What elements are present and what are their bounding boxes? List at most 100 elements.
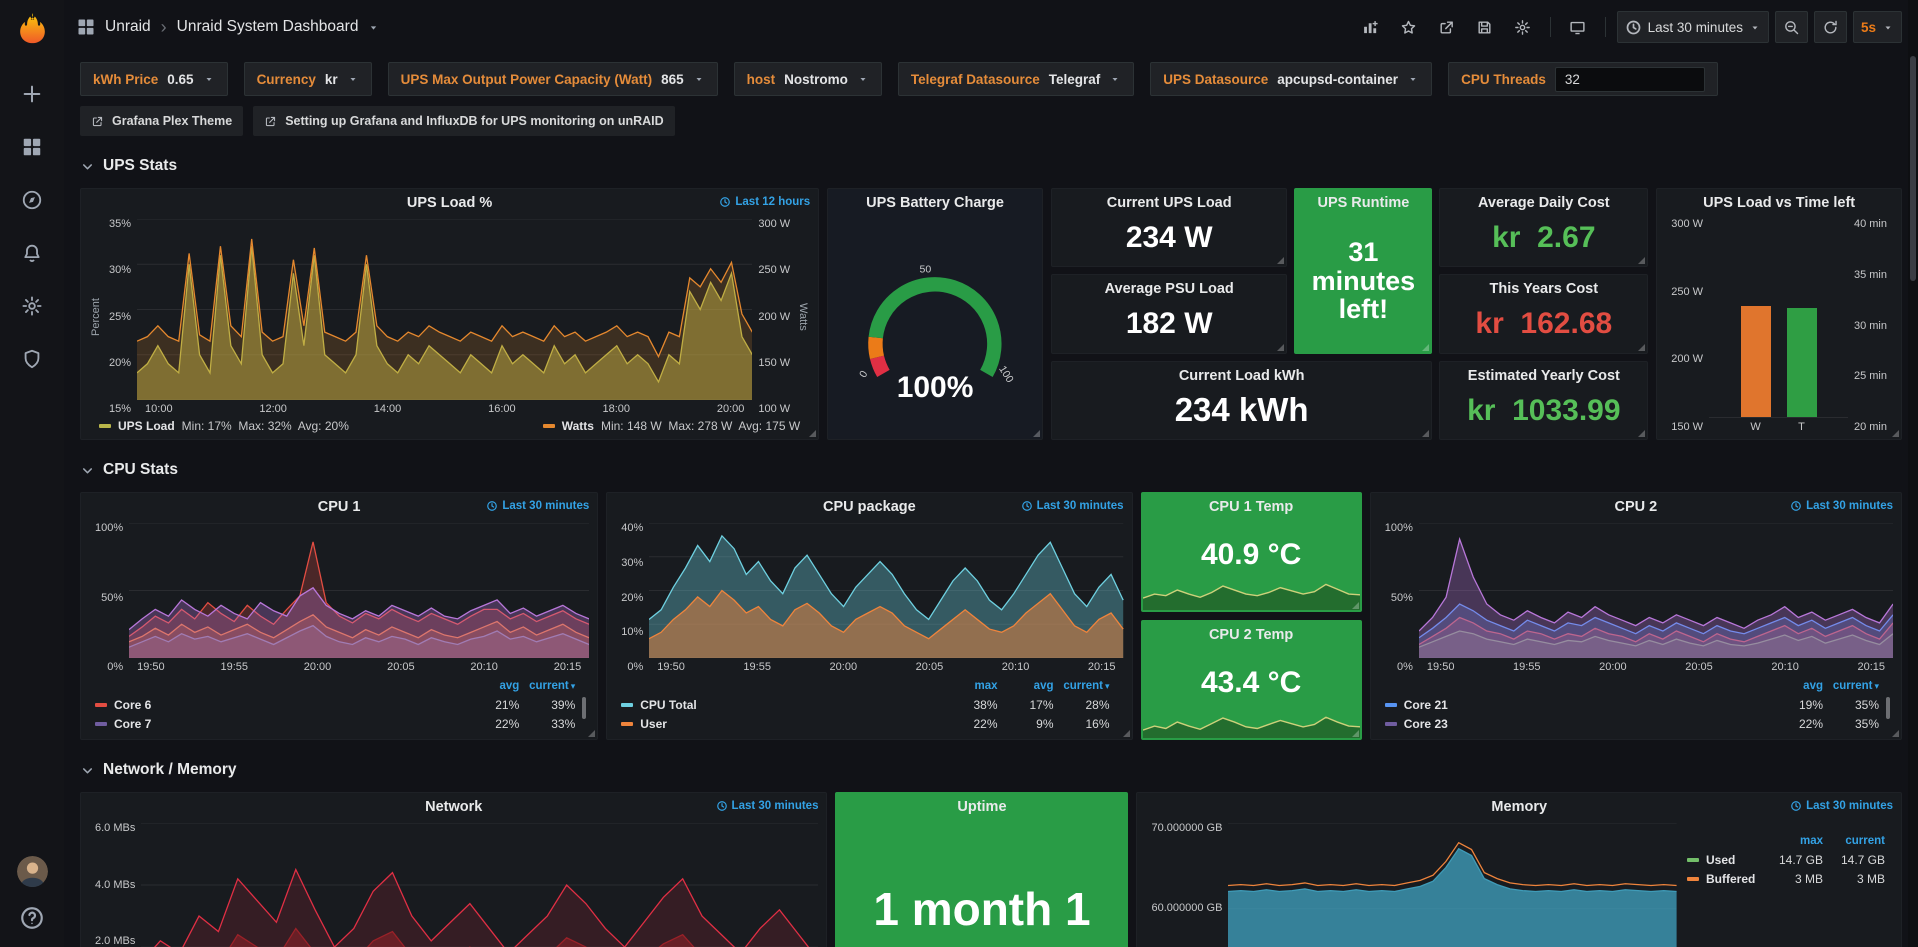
legend-value: 35%: [1823, 717, 1879, 731]
cpu1-temp-sparkline: [1143, 570, 1360, 610]
legend-scrollbar[interactable]: [582, 697, 586, 719]
user-avatar[interactable]: [17, 856, 48, 887]
row-header-network-memory[interactable]: Network / Memory: [80, 754, 1902, 786]
variable-currency[interactable]: Currencykr: [244, 62, 372, 96]
legend-column-current[interactable]: current: [1823, 835, 1885, 847]
variable-telegraf-datasource[interactable]: Telegraf DatasourceTelegraf: [898, 62, 1134, 96]
panel-title[interactable]: CPU 2: [1615, 499, 1658, 515]
topbar-mark-favorite-button[interactable]: [1393, 11, 1425, 43]
variable-cpu-threads[interactable]: CPU Threads: [1448, 62, 1718, 96]
legend-item-core-21[interactable]: Core 21: [1385, 698, 1767, 712]
cpu2-chart[interactable]: 100%50%0%19:5019:5520:0020:0520:1020:15a…: [1371, 521, 1901, 739]
panel-title[interactable]: Memory: [1491, 799, 1547, 815]
sidebar-item-dashboards[interactable]: [12, 128, 52, 166]
panel-title[interactable]: UPS Runtime: [1317, 195, 1409, 211]
cpu-threads-input[interactable]: [1555, 67, 1705, 92]
sidebar-item-alerting[interactable]: [12, 234, 52, 272]
panel-title[interactable]: CPU package: [823, 499, 916, 515]
refresh-interval-picker[interactable]: 5s: [1853, 11, 1902, 43]
legend-column-current[interactable]: current: [519, 680, 575, 692]
ups-load-chart[interactable]: Percent35%30%25%20%15%10:0012:0014:0016:…: [81, 217, 818, 439]
cpu-package-chart[interactable]: 40%30%20%10%0%19:5019:5520:0020:0520:102…: [607, 521, 1131, 739]
legend-column-current[interactable]: current: [1823, 680, 1879, 692]
panel-title[interactable]: Estimated Yearly Cost: [1468, 368, 1620, 384]
alerting-icon: [21, 242, 43, 264]
sidebar-item-help[interactable]: [19, 905, 45, 931]
panel-ups-battery-charge: UPS Battery Charge 050100100%: [827, 188, 1043, 440]
sidebar-item-explore[interactable]: [12, 181, 52, 219]
plot-area[interactable]: [129, 523, 589, 658]
panel-title[interactable]: Average PSU Load: [1105, 281, 1234, 297]
chevron-down-icon[interactable]: [367, 21, 380, 34]
axis-tick-label: 20:10: [470, 661, 498, 673]
panel-average-psu-load: Average PSU Load 182 W: [1051, 274, 1287, 353]
row-header-cpu-stats[interactable]: CPU Stats: [80, 454, 1902, 486]
variable-host[interactable]: hostNostromo: [734, 62, 882, 96]
scrollbar-thumb[interactable]: [1910, 56, 1916, 281]
legend-column-avg[interactable]: avg: [998, 680, 1054, 692]
variable-ups-max-output-power-capacity-watt[interactable]: UPS Max Output Power Capacity (Watt)865: [388, 62, 718, 96]
plot-area[interactable]: [649, 523, 1123, 658]
memory-chart[interactable]: 70.000000 GB60.000000 GB50.000000 GBmaxc…: [1137, 821, 1901, 947]
network-chart[interactable]: 6.0 MBs4.0 MBs2.0 MBs: [81, 821, 826, 947]
panel-title[interactable]: Uptime: [957, 799, 1006, 815]
breadcrumb-app[interactable]: Unraid: [105, 18, 151, 36]
legend-item-core-23[interactable]: Core 23: [1385, 717, 1767, 731]
breadcrumb-dashboard-title[interactable]: Unraid System Dashboard: [177, 18, 359, 36]
legend-item-used[interactable]: Used: [1687, 853, 1761, 867]
plot-area[interactable]: [1419, 523, 1893, 658]
legend-column-max[interactable]: max: [942, 680, 998, 692]
dashboard-link-grafana-plex-theme[interactable]: Grafana Plex Theme: [80, 106, 243, 136]
panel-title[interactable]: This Years Cost: [1490, 281, 1599, 297]
bars-plot-area[interactable]: [1709, 219, 1848, 418]
topbar-save-dashboard-button[interactable]: [1469, 11, 1501, 43]
topbar-share-dashboard-button[interactable]: [1431, 11, 1463, 43]
topbar-cycle-view-mode-button[interactable]: [1562, 11, 1594, 43]
sidebar-item-server-admin[interactable]: [12, 340, 52, 378]
legend: avgcurrentCore 2119%35%Core 2322%35%: [1379, 676, 1893, 733]
panel-title[interactable]: Current Load kWh: [1179, 368, 1305, 384]
mark-favorite-icon: [1400, 19, 1417, 36]
legend-item-ups-load[interactable]: UPS LoadMin: 17% Max: 32% Avg: 20%: [99, 419, 349, 433]
panel-title[interactable]: UPS Load vs Time left: [1703, 195, 1855, 211]
panel-title[interactable]: CPU 1 Temp: [1209, 499, 1293, 515]
grafana-logo-icon[interactable]: [14, 10, 51, 47]
window-scrollbar[interactable]: [1908, 0, 1918, 947]
apps-grid-icon[interactable]: [76, 17, 96, 37]
panel-title[interactable]: Average Daily Cost: [1478, 195, 1610, 211]
cpu1-chart[interactable]: 100%50%0%19:5019:5520:0020:0520:1020:15a…: [81, 521, 597, 739]
plot-area[interactable]: [141, 823, 818, 947]
zoom-out-button[interactable]: [1775, 11, 1808, 43]
plot-area[interactable]: [1228, 823, 1677, 947]
legend-item-core-7[interactable]: Core 7: [95, 717, 463, 731]
panel-title[interactable]: Network: [425, 799, 482, 815]
time-range-picker[interactable]: Last 30 minutes: [1617, 11, 1769, 43]
legend-column-avg[interactable]: avg: [1767, 680, 1823, 692]
legend-scrollbar[interactable]: [1886, 697, 1890, 719]
topbar-dashboard-settings-button[interactable]: [1507, 11, 1539, 43]
panel-title[interactable]: UPS Load %: [407, 195, 492, 211]
ups-load-vs-time-chart: 300 W250 W200 W150 WWT40 min35 min30 min…: [1657, 217, 1901, 439]
sidebar-item-configuration[interactable]: [12, 287, 52, 325]
legend-column-max[interactable]: max: [1761, 835, 1823, 847]
panel-title[interactable]: CPU 1: [318, 499, 361, 515]
panel-title[interactable]: Current UPS Load: [1107, 195, 1232, 211]
legend-item-watts[interactable]: WattsMin: 148 W Max: 278 W Avg: 175 W: [543, 419, 800, 433]
variable-kwh-price[interactable]: kWh Price0.65: [80, 62, 228, 96]
dashboard-link-setting-up-grafana-and-influxdb-for-ups-monitoring-on-unraid[interactable]: Setting up Grafana and InfluxDB for UPS …: [253, 106, 674, 136]
variable-ups-datasource[interactable]: UPS Datasourceapcupsd-container: [1150, 62, 1432, 96]
legend-item-buffered[interactable]: Buffered: [1687, 872, 1761, 886]
legend-column-current[interactable]: current: [1054, 680, 1110, 692]
row-header-ups-stats[interactable]: UPS Stats: [80, 150, 1902, 182]
sidebar-item-create[interactable]: [12, 75, 52, 113]
panel-title[interactable]: UPS Battery Charge: [866, 195, 1004, 211]
legend-column-avg[interactable]: avg: [463, 680, 519, 692]
legend-item-cpu-total[interactable]: CPU Total: [621, 698, 941, 712]
legend-item-core-6[interactable]: Core 6: [95, 698, 463, 712]
legend-item-user[interactable]: User: [621, 717, 941, 731]
axis-tick-label: 20%: [109, 358, 131, 369]
panel-title[interactable]: CPU 2 Temp: [1209, 627, 1293, 643]
refresh-button[interactable]: [1814, 11, 1847, 43]
topbar-add-panel-button[interactable]: [1355, 11, 1387, 43]
plot-area[interactable]: [137, 219, 752, 400]
